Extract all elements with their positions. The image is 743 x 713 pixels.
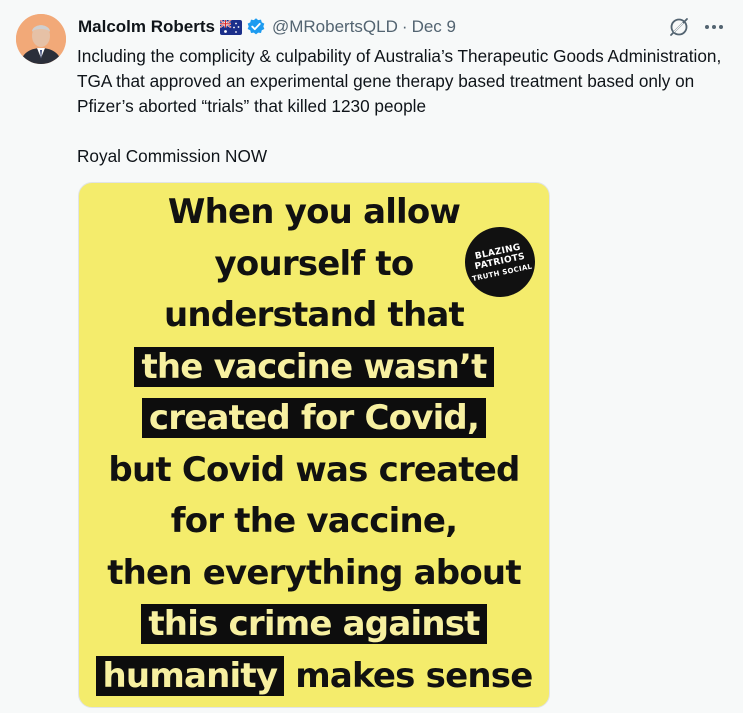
meme-highlight-line: created for Covid, (141, 398, 487, 438)
meme-line-end: makes sense (295, 655, 533, 696)
meme-line: understand that (163, 295, 465, 335)
meme-line: then everything about (107, 552, 521, 593)
meme-line: but Covid was created (108, 449, 520, 490)
meme-line: for the vaccine, (170, 501, 458, 541)
tweet-text: Including the complicity & culpability o… (77, 46, 722, 166)
meme-highlight-word: humanity (95, 655, 285, 696)
author-handle[interactable]: @MRobertsQLD (272, 17, 398, 37)
avatar[interactable] (16, 14, 66, 64)
more-icon[interactable] (703, 17, 725, 37)
meme-highlight-line: this crime against (141, 604, 487, 644)
grok-icon[interactable] (668, 16, 690, 38)
author-name[interactable]: Malcolm Roberts (78, 17, 215, 37)
meme-highlight-line: the vaccine wasn’t (134, 346, 494, 387)
tweet-image[interactable]: When you allow yourself to understand th… (78, 182, 550, 708)
australia-flag-icon (219, 18, 242, 35)
meme-line: When you allow (167, 192, 461, 232)
tweet-date[interactable]: Dec 9 (412, 17, 456, 37)
header-separator: · (401, 17, 408, 36)
tweet-header: Malcolm Roberts @MRobertsQLD · Dec 9 (78, 16, 456, 38)
verified-badge-icon[interactable] (246, 17, 266, 37)
